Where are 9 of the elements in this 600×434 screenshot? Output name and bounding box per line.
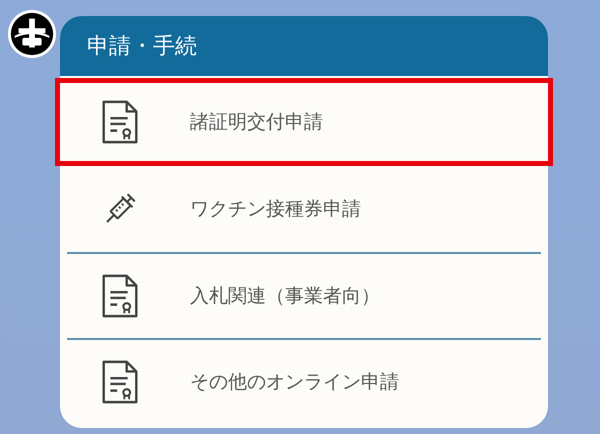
menu-item[interactable]: ワクチン接種券申請	[67, 166, 541, 252]
document-icon	[100, 273, 140, 319]
menu-item[interactable]: 諸証明交付申請	[55, 78, 553, 166]
document-icon	[100, 359, 140, 405]
document-icon	[100, 99, 140, 145]
menu-item[interactable]: 入札関連（事業者向）	[67, 252, 541, 338]
emblem-icon	[7, 9, 57, 59]
card-title: 申請・手続	[87, 33, 197, 61]
menu-item[interactable]: その他のオンライン申請	[67, 338, 541, 424]
